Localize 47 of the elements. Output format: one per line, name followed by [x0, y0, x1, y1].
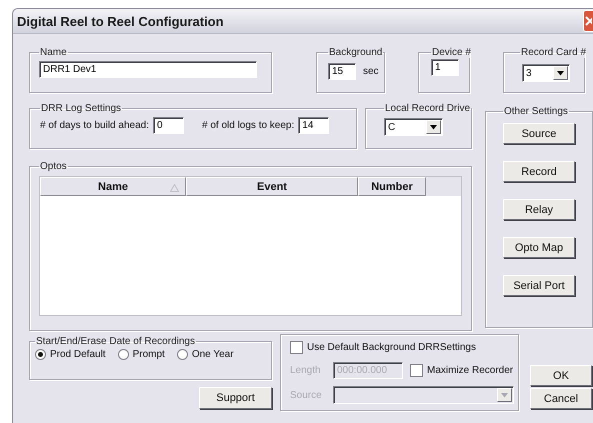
column-header[interactable]: Number [358, 177, 426, 196]
settings-button[interactable]: Source [503, 123, 575, 144]
radio-option[interactable]: One Year [176, 349, 234, 360]
group-label: Optos [39, 161, 68, 172]
dialog-button[interactable]: Cancel [530, 388, 592, 409]
text-field[interactable]: 14 [298, 117, 330, 134]
group-label: Background [328, 47, 384, 58]
field-label: # of days to build ahead: [40, 120, 149, 131]
group-label: Name [39, 47, 68, 58]
close-button[interactable] [583, 10, 593, 32]
close-icon [584, 15, 592, 27]
dialog-button[interactable]: OK [530, 365, 592, 386]
group-label: Other Settings [503, 106, 569, 117]
checkbox[interactable]: Maximize Recorder [410, 364, 514, 377]
group-label: DRR Log Settings [40, 103, 122, 114]
dropdown-field[interactable]: 3 [522, 64, 570, 82]
unit-label: sec [363, 66, 379, 77]
group-label: Local Record Drive [384, 103, 472, 114]
settings-button[interactable]: Serial Port [503, 275, 575, 296]
dropdown-arrow-icon [556, 70, 565, 76]
field-label: Length [290, 365, 322, 376]
name-field[interactable]: DRR1 Dev1 [39, 61, 257, 78]
device-field[interactable]: 1 [431, 59, 459, 76]
dropdown-arrow-icon [429, 124, 438, 130]
background-field[interactable]: 15 [328, 63, 356, 80]
field-label: Source [290, 390, 323, 400]
settings-button[interactable]: Opto Map [503, 237, 575, 258]
dropdown-value: C [388, 122, 396, 132]
column-header[interactable]: Event [186, 177, 358, 196]
dropdown-value: 3 [526, 68, 532, 78]
dropdown-field[interactable] [332, 386, 514, 404]
group-label: Start/End/Erase Date of Recordings [35, 336, 196, 347]
support-button[interactable]: Support [199, 387, 272, 409]
text-field[interactable]: 0 [152, 117, 184, 134]
field-label: # of old logs to keep: [202, 120, 294, 131]
radio-option[interactable]: Prompt [118, 349, 165, 360]
dropdown-field[interactable]: C [384, 118, 443, 136]
settings-button[interactable]: Relay [503, 199, 575, 220]
checkbox[interactable]: Use Default Background DRRSettings [290, 341, 476, 354]
radio-option[interactable]: Prod Default [35, 349, 106, 360]
dropdown-arrow-icon [500, 392, 509, 398]
sort-arrow-icon [170, 184, 179, 192]
group-label: Device # [431, 47, 472, 58]
column-header[interactable]: Name [40, 177, 186, 196]
settings-button[interactable]: Record [503, 161, 575, 182]
group-label: Record Card # [520, 47, 588, 58]
window-title: Digital Reel to Reel Configuration [17, 14, 224, 28]
